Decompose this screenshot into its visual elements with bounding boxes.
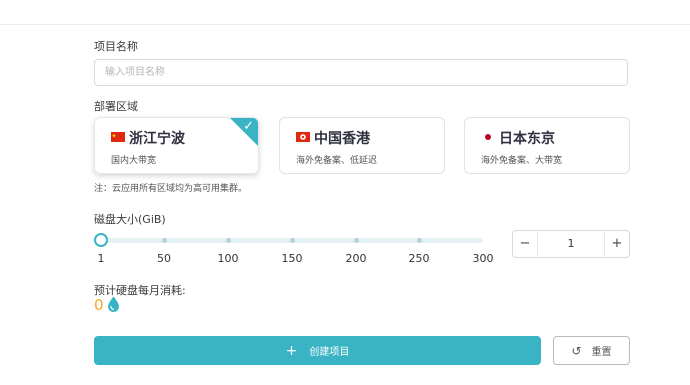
plus-icon: + (285, 342, 298, 359)
slider-tick-label: 300 (472, 252, 494, 265)
slider-tick-label: 150 (281, 252, 303, 265)
hongkong-flag-icon (296, 132, 310, 142)
region-card-title: 中国香港 (314, 131, 370, 147)
china-flag-icon (111, 132, 125, 142)
slider-step-dot (290, 238, 295, 243)
region-card-subtitle: 海外免备案、大带宽 (481, 156, 563, 166)
disk-size-label: 磁盘大小(GiB) (94, 213, 166, 226)
slider-tick-label: 1 (97, 252, 105, 265)
region-card-tokyo[interactable]: 日本东京 海外免备案、大带宽 (464, 117, 630, 174)
region-label: 部署区域 (94, 100, 138, 113)
slider-tick-label: 200 (345, 252, 367, 265)
increment-button[interactable]: + (604, 231, 629, 257)
reset-label: 重置 (591, 347, 612, 358)
water-drop-icon (108, 296, 119, 312)
monthly-cost-value: 0 (94, 296, 104, 314)
create-project-label: 创建项目 (309, 347, 350, 358)
slider-step-dot (354, 238, 359, 243)
disk-size-value[interactable]: 1 (537, 231, 605, 257)
project-name-input[interactable]: 输入项目名称 (94, 59, 628, 86)
slider-step-dot (417, 238, 422, 243)
reset-button[interactable]: ↺ 重置 (553, 336, 630, 365)
region-card-title: 日本东京 (499, 131, 555, 147)
slider-step-dot (162, 238, 167, 243)
disk-slider-handle[interactable] (94, 233, 108, 247)
region-card-ningbo[interactable]: 浙江宁波 国内大带宽 ✓ (94, 117, 259, 174)
reset-icon: ↺ (571, 343, 582, 358)
slider-step-dot (226, 238, 231, 243)
slider-tick-label: 50 (157, 252, 171, 265)
region-card-title: 浙江宁波 (129, 131, 185, 147)
top-bar (0, 0, 690, 25)
region-note: 注：云应用所有区域均为高可用集群。 (94, 184, 248, 194)
region-card-hongkong[interactable]: 中国香港 海外免备案、低延迟 (279, 117, 445, 174)
slider-tick-label: 250 (408, 252, 430, 265)
disk-size-stepper[interactable]: − 1 + (512, 230, 630, 258)
check-icon: ✓ (243, 119, 254, 134)
project-name-label: 项目名称 (94, 40, 138, 53)
create-project-button[interactable]: + 创建项目 (94, 336, 541, 365)
slider-tick-label: 100 (217, 252, 239, 265)
decrement-button[interactable]: − (513, 231, 538, 257)
region-card-subtitle: 海外免备案、低延迟 (296, 156, 378, 166)
japan-flag-icon (481, 132, 495, 142)
region-card-subtitle: 国内大带宽 (111, 156, 157, 166)
